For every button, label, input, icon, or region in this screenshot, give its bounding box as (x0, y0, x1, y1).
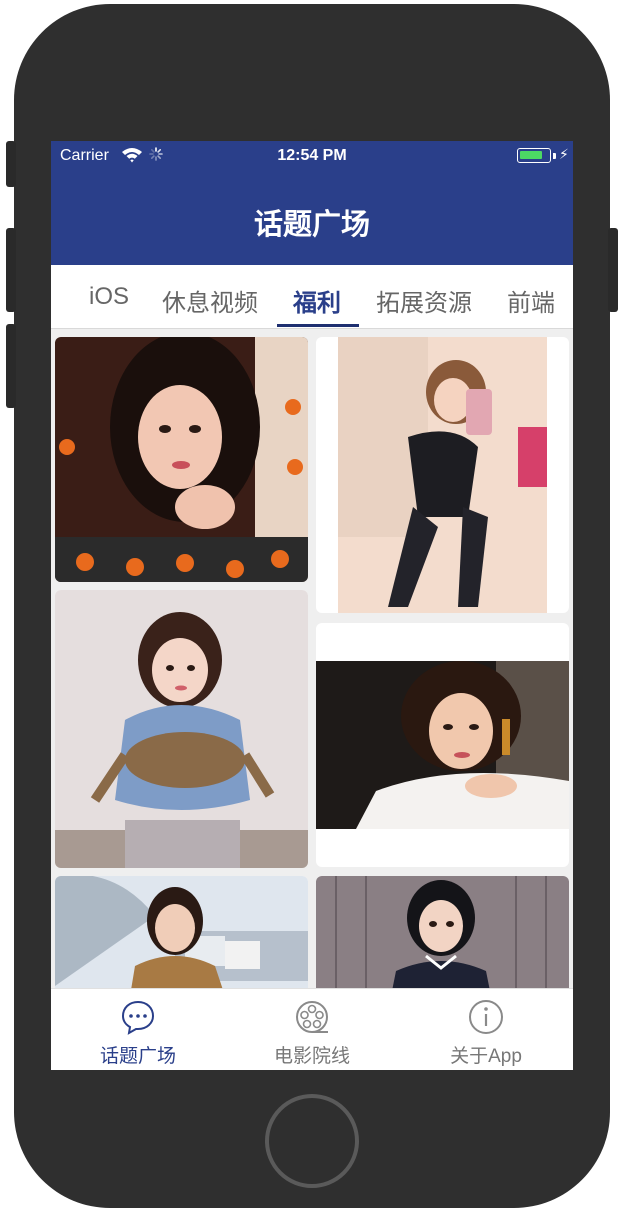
side-button-volume-up (6, 228, 16, 312)
tab-welfare[interactable]: 福利 (293, 283, 341, 318)
tabbar-item-about[interactable]: 关于App (399, 989, 573, 1070)
photo-card[interactable] (55, 337, 308, 582)
home-button[interactable] (265, 1094, 359, 1188)
bottom-tab-bar: 话题广场 电影院线 关于App (51, 988, 573, 1070)
navigation-bar: 话题广场 (51, 171, 573, 265)
tab-partial-d[interactable]: d (51, 283, 52, 311)
photo-image (55, 590, 308, 868)
photo-image (316, 876, 569, 988)
charging-bolt-icon: ⚡ (559, 146, 569, 162)
tabbar-label: 话题广场 (99, 1046, 176, 1067)
battery-level-fill (520, 151, 542, 159)
photo-card[interactable] (55, 590, 308, 868)
active-tab-underline (277, 324, 359, 327)
photo-image (55, 876, 308, 988)
photo-card[interactable] (55, 876, 308, 988)
category-tab-strip[interactable]: d iOS 休息视频 福利 拓展资源 前端 (51, 265, 573, 329)
status-time: 12:54 PM (277, 147, 347, 164)
tab-ios[interactable]: iOS (89, 283, 129, 311)
side-button-power (608, 228, 618, 312)
tabbar-label: 关于App (450, 1046, 522, 1067)
photo-image (55, 337, 308, 582)
tab-frontend[interactable]: 前端 (507, 283, 555, 318)
chat-bubble-icon (121, 1000, 155, 1035)
film-reel-icon (296, 1001, 328, 1033)
side-button-mute (6, 141, 16, 187)
tab-rest-videos[interactable]: 休息视频 (162, 283, 258, 318)
status-bar: Carrier 12:54 PM ⚡ (51, 141, 573, 171)
tabbar-item-topics[interactable]: 话题广场 (51, 989, 225, 1070)
battery-icon (517, 148, 551, 163)
photo-image (316, 661, 569, 829)
tabbar-label: 电影院线 (273, 1046, 350, 1067)
battery-cap (553, 153, 556, 159)
tabbar-item-cinema[interactable]: 电影院线 (225, 989, 399, 1070)
info-icon (469, 1000, 503, 1034)
tab-extended-resources[interactable]: 拓展资源 (376, 283, 472, 318)
photo-card[interactable] (316, 337, 569, 613)
photo-card[interactable] (316, 623, 569, 867)
app-screen: Carrier 12:54 PM ⚡ 话题广场 iOS 休息视频 福利 拓展资源… (51, 141, 573, 1070)
side-button-volume-down (6, 324, 16, 408)
photo-image (338, 337, 547, 613)
photo-grid[interactable] (51, 329, 573, 988)
photo-card[interactable] (316, 876, 569, 988)
page-title: 话题广场 (253, 209, 370, 241)
